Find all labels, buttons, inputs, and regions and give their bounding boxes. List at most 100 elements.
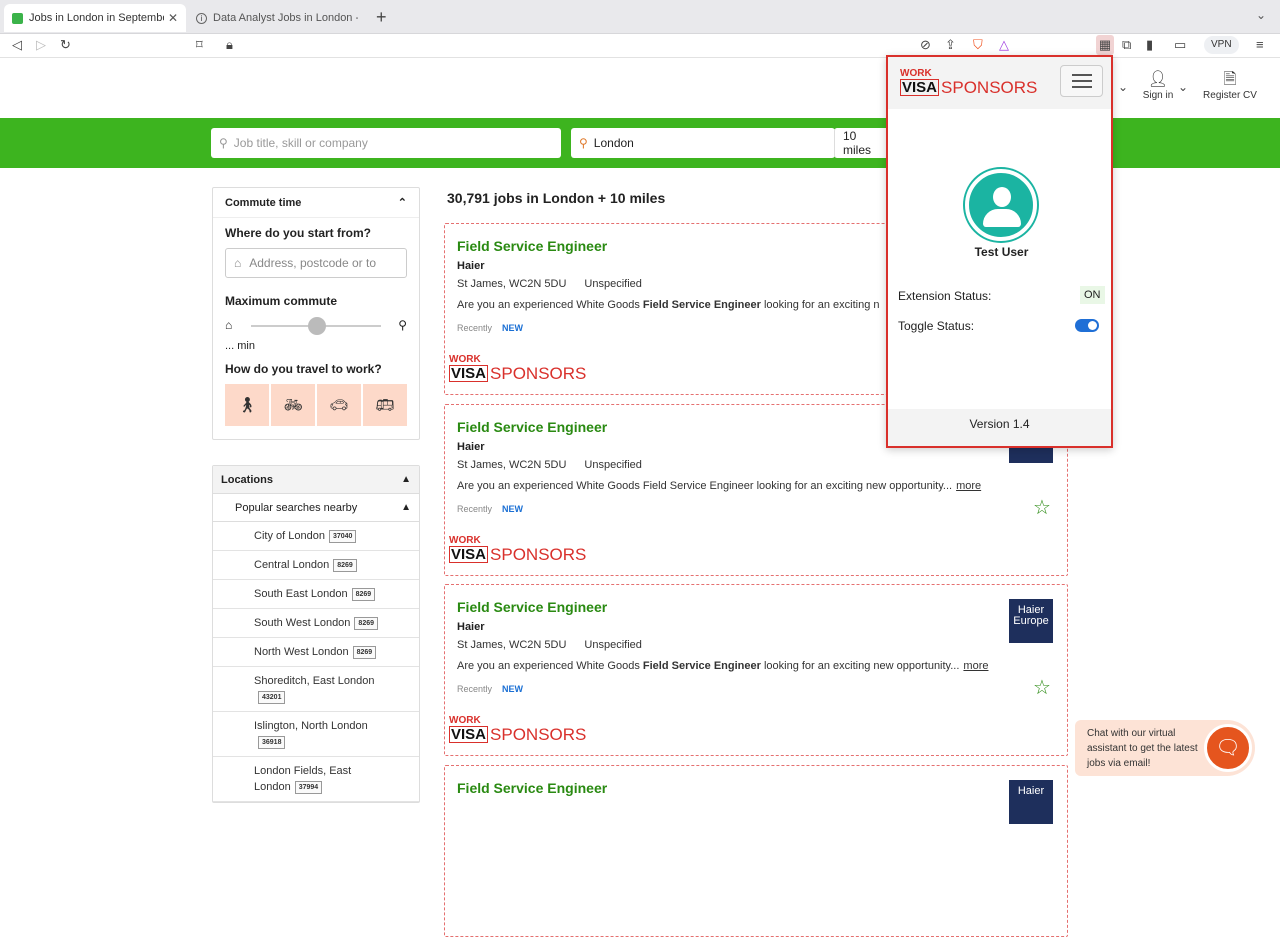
status-toggle[interactable]: [1075, 319, 1099, 332]
reload-icon[interactable]: ↻: [60, 35, 71, 55]
location-item[interactable]: South West London 8269: [213, 609, 419, 638]
slider-knob[interactable]: [308, 317, 326, 335]
job-card[interactable]: Field Service Engineer Haier: [444, 765, 1068, 937]
location-item[interactable]: Central London 8269: [213, 551, 419, 580]
address-input[interactable]: ⌂ Address, postcode or to: [225, 248, 407, 278]
popular-searches-header[interactable]: Popular searches nearby ▲: [213, 494, 419, 522]
job-salary: Unspecified: [584, 459, 642, 471]
start-label: Where do you start from?: [225, 226, 372, 240]
tab-title: Data Analyst Jobs in London - 2023: [213, 12, 358, 24]
job-location: St James, WC2N 5DU: [457, 459, 567, 471]
company-logo: Haier Europe: [1009, 599, 1053, 643]
save-job-star-icon[interactable]: ☆: [1033, 675, 1051, 700]
permissions-icon[interactable]: ⊘: [920, 35, 931, 55]
extension-popup: WORK VISA SPONSORS Test User Extension S…: [886, 55, 1113, 448]
sidebar-icon[interactable]: ▮: [1146, 35, 1153, 55]
tab-list-chevron-icon[interactable]: ⌄: [1256, 8, 1266, 22]
location-name: South West London: [254, 617, 351, 629]
triangle-up-icon: ▲: [401, 502, 411, 513]
share-icon[interactable]: ⇪: [945, 35, 956, 55]
travel-modes: 🚶︎ 🚲︎ 🚗︎ 🚌︎: [225, 384, 407, 426]
register-cv-label: Register CV: [1203, 90, 1257, 101]
work-visa-extension-icon[interactable]: ▦: [1096, 35, 1114, 55]
forward-icon[interactable]: ▷: [36, 35, 46, 55]
new-badge: NEW: [502, 504, 524, 514]
chevron-down-icon[interactable]: ⌄: [1118, 80, 1128, 94]
posted-date: Recently NEW: [457, 504, 524, 514]
tab-title: Jobs in London in September 2023: [29, 12, 164, 24]
job-title-link[interactable]: Field Service Engineer: [457, 599, 607, 615]
location-name: London Fields, East London 37994: [254, 765, 352, 794]
vpn-button[interactable]: VPN: [1204, 36, 1239, 54]
commute-panel: Commute time ⌃ Where do you start from? …: [212, 187, 420, 440]
company-logo: Haier: [1009, 780, 1053, 824]
close-tab-icon[interactable]: ✕: [168, 11, 178, 25]
location-item[interactable]: London Fields, East London 37994: [213, 757, 419, 802]
chevron-up-icon: ⌃: [397, 197, 407, 209]
bookmark-icon[interactable]: ⌑: [196, 35, 203, 55]
bicycle-icon[interactable]: 🚲︎: [271, 384, 317, 426]
max-commute-label: Maximum commute: [225, 294, 338, 308]
job-meta: St James, WC2N 5DU Unspecified: [457, 459, 642, 471]
commute-minutes: ... min: [225, 340, 255, 352]
location-pin-icon: ⚲: [398, 318, 407, 332]
location-item[interactable]: North West London 8269: [213, 638, 419, 667]
brave-shields-icon[interactable]: ⛉: [973, 35, 983, 55]
more-link[interactable]: more: [963, 660, 988, 672]
job-salary: Unspecified: [584, 639, 642, 651]
brave-rewards-icon[interactable]: △: [999, 35, 1009, 55]
bus-icon[interactable]: 🚌︎: [363, 384, 407, 426]
count-badge: 8269: [354, 616, 378, 630]
job-location: St James, WC2N 5DU: [457, 278, 567, 290]
job-search-input[interactable]: ⚲ Job title, skill or company: [211, 128, 561, 158]
more-link[interactable]: more: [956, 480, 981, 492]
back-icon[interactable]: ◁: [12, 35, 22, 55]
location-item[interactable]: Islington, North London 36918: [213, 712, 419, 757]
tab-jobs-london[interactable]: Jobs in London in September 2023 ✕: [4, 4, 186, 32]
work-visa-sponsors-logo: WORK VISA SPONSORS: [449, 535, 587, 564]
job-title-link[interactable]: Field Service Engineer: [457, 419, 607, 435]
location-item[interactable]: Shoreditch, East London 43201: [213, 667, 419, 712]
locations-header[interactable]: Locations ▲: [213, 466, 419, 494]
job-card[interactable]: Field Service Engineer Haier St James, WC2…: [444, 584, 1068, 756]
count-badge: 8269: [351, 587, 376, 601]
commute-header[interactable]: Commute time ⌃: [213, 188, 419, 218]
count-badge: 43201: [258, 690, 286, 704]
count-badge: 37994: [294, 780, 323, 794]
chat-button[interactable]: 🗨: [1204, 724, 1252, 772]
address-bar[interactable]: 🔒︎: [216, 35, 1026, 55]
car-icon[interactable]: 🚗︎: [317, 384, 363, 426]
location-value: London: [593, 136, 634, 150]
job-title-link[interactable]: Field Service Engineer: [457, 780, 607, 796]
new-badge: NEW: [502, 323, 524, 333]
save-job-star-icon[interactable]: ☆: [1033, 495, 1051, 520]
sign-in-button[interactable]: 👤︎ Sign in: [1140, 70, 1176, 101]
commute-slider[interactable]: ⌂ ⚲: [225, 316, 407, 336]
job-title-link[interactable]: Field Service Engineer: [457, 238, 607, 254]
location-input[interactable]: ⚲ London: [571, 128, 835, 158]
home-icon: ⌂: [234, 256, 242, 270]
register-cv-button[interactable]: 🗎 Register CV: [1200, 70, 1260, 101]
user-icon: 👤︎: [1147, 71, 1169, 88]
hamburger-menu-icon[interactable]: [1060, 65, 1103, 97]
locations-title: Locations: [221, 473, 273, 486]
job-search-placeholder: Job title, skill or company: [233, 136, 368, 150]
location-item[interactable]: South East London 8269: [213, 580, 419, 609]
walk-icon[interactable]: 🚶︎: [225, 384, 271, 426]
company-name: Haier: [457, 441, 485, 453]
menu-icon[interactable]: ≡: [1256, 35, 1264, 55]
location-name: South East London: [254, 588, 348, 600]
locations-panel: Locations ▲ Popular searches nearby ▲ Ci…: [212, 465, 420, 803]
wallet-icon[interactable]: ▭: [1174, 35, 1186, 55]
job-meta: St James, WC2N 5DU Unspecified: [457, 639, 642, 651]
extensions-icon[interactable]: ⧉: [1122, 35, 1131, 55]
travel-label: How do you travel to work?: [225, 362, 382, 376]
chevron-down-icon[interactable]: ⌄: [1178, 80, 1188, 94]
status-badge: ON: [1080, 286, 1105, 304]
home-icon: ⌂: [225, 318, 233, 332]
triangle-up-icon: ▲: [401, 474, 411, 485]
tab-data-analyst[interactable]: i Data Analyst Jobs in London - 2023: [188, 4, 366, 32]
new-tab-icon[interactable]: +: [376, 7, 387, 28]
location-item[interactable]: City of London 37040: [213, 522, 419, 551]
distance-select[interactable]: 10 miles: [834, 128, 894, 158]
